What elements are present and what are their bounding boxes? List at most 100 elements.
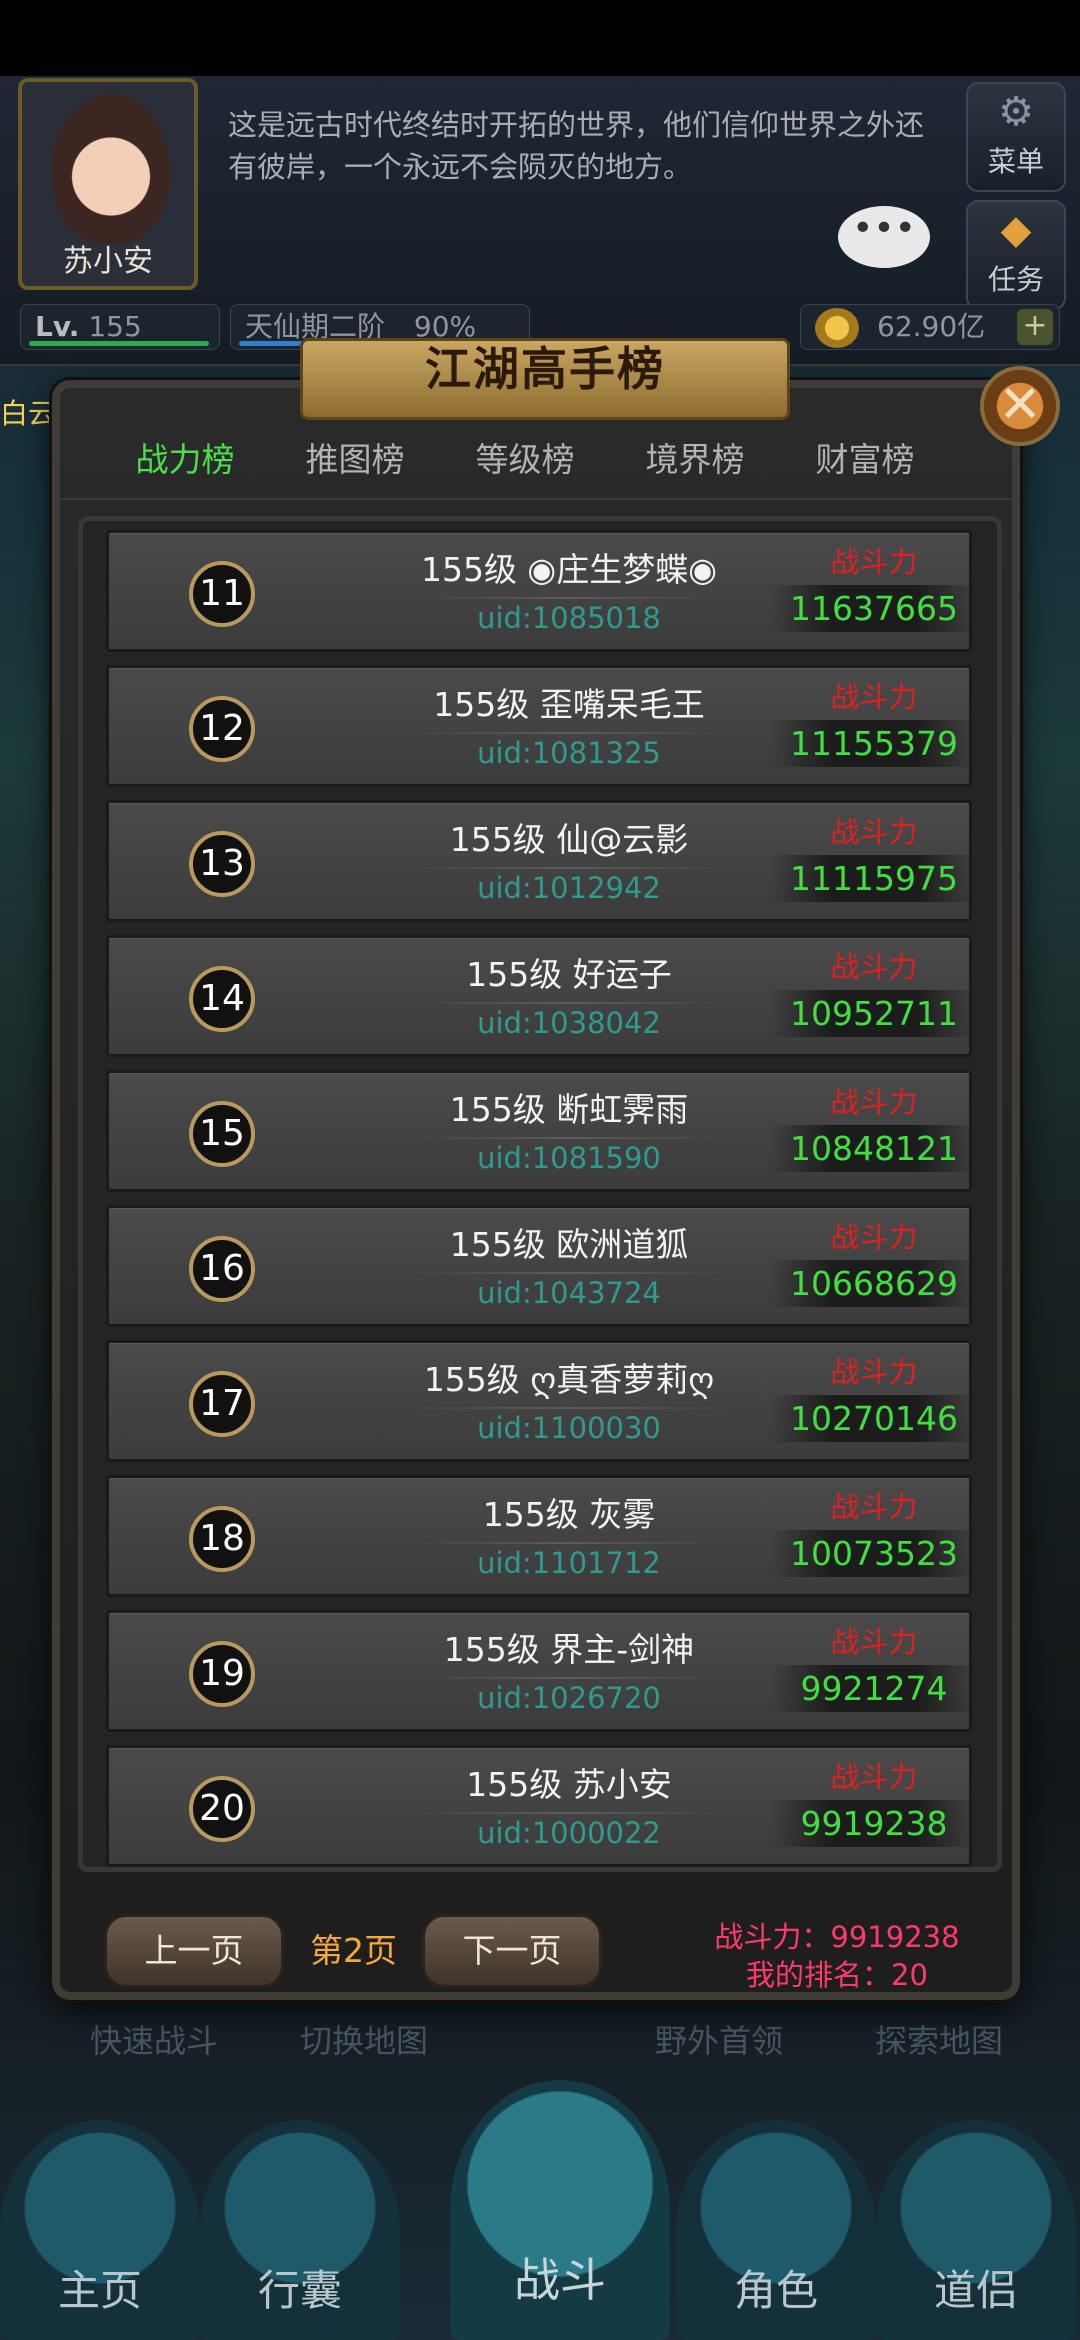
- page-number: 第2页: [310, 1931, 397, 1970]
- bottom-nav: 主页 行囊 战斗 角色 道侣: [0, 2050, 1080, 2340]
- gold-coin-icon: [815, 308, 859, 348]
- power-label: 战斗力: [830, 815, 918, 849]
- rank-badge: 19: [189, 1641, 255, 1707]
- tab-stage[interactable]: 推图榜: [270, 430, 440, 490]
- dialog-banner: 江湖高手榜: [300, 320, 790, 430]
- power-label: 战斗力: [830, 545, 918, 579]
- player-name: 155级 歪嘴呆毛王: [369, 678, 769, 734]
- ranking-row[interactable]: 11 155级 ◉庄生梦蝶◉ uid:1085018 战斗力 11637665: [106, 530, 979, 652]
- power-value: 10270146: [769, 1395, 979, 1442]
- nav-bag-label: 行囊: [257, 2266, 342, 2315]
- level-value: 155: [88, 310, 142, 343]
- ranking-row[interactable]: 16 155级 欧洲道狐 uid:1043724 战斗力 10668629: [106, 1205, 979, 1327]
- power-label: 战斗力: [830, 1625, 918, 1659]
- player-uid: uid:1043724: [477, 1276, 661, 1310]
- tab-realm[interactable]: 境界榜: [610, 430, 780, 490]
- ranking-row[interactable]: 15 155级 断虹霁雨 uid:1081590 战斗力 10848121: [106, 1070, 979, 1192]
- power-label: 战斗力: [830, 1085, 918, 1119]
- rank-badge: 17: [189, 1371, 255, 1437]
- nav-battle[interactable]: 战斗: [450, 2080, 670, 2340]
- nav-home[interactable]: 主页: [0, 2120, 200, 2340]
- nav-home-label: 主页: [57, 2266, 142, 2315]
- player-uid: uid:1000022: [477, 1816, 661, 1850]
- nav-companion-label: 道侣: [933, 2266, 1018, 2315]
- ranking-row[interactable]: 13 155级 仙@云影 uid:1012942 战斗力 11115975: [106, 800, 979, 922]
- power-value: 11115975: [769, 855, 979, 902]
- prev-page-button[interactable]: 上一页: [104, 1914, 284, 1988]
- gear-icon: ⚙: [998, 89, 1034, 135]
- power-value: 11155379: [769, 720, 979, 767]
- tab-wealth[interactable]: 财富榜: [780, 430, 950, 490]
- power-value: 9921274: [769, 1665, 979, 1712]
- nav-battle-label: 战斗: [514, 2253, 606, 2307]
- player-uid: uid:1081325: [477, 736, 661, 770]
- player-uid: uid:1101712: [477, 1546, 661, 1580]
- ranking-row[interactable]: 18 155级 灰雾 uid:1101712 战斗力 10073523: [106, 1475, 979, 1597]
- menu-label: 菜单: [987, 145, 1044, 178]
- gold-stat: 62.90亿 +: [800, 304, 1060, 350]
- rank-badge: 20: [189, 1776, 255, 1842]
- story-message: 这是远古时代终结时开拓的世界，他们信仰世界之外还有彼岸，一个永远不会陨灭的地方。: [228, 108, 925, 184]
- rank-badge: 16: [189, 1236, 255, 1302]
- power-value: 9919238: [769, 1800, 979, 1847]
- rank-badge: 15: [189, 1101, 255, 1167]
- power-label: 战斗力: [830, 950, 918, 984]
- rank-badge: 12: [189, 696, 255, 762]
- gold-value: 62.90亿: [877, 310, 986, 343]
- level-stat: Lv. 155: [20, 304, 220, 350]
- leaderboard-tabs: 战力榜 推图榜 等级榜 境界榜 财富榜: [100, 430, 980, 490]
- task-button[interactable]: ◆ 任务: [966, 200, 1066, 310]
- close-button[interactable]: ✕: [980, 366, 1060, 446]
- ranking-row[interactable]: 19 155级 界主-剑神 uid:1026720 战斗力 9921274: [106, 1610, 979, 1732]
- power-value: 10668629: [769, 1260, 979, 1307]
- add-gold-button[interactable]: +: [1017, 309, 1053, 345]
- nav-character-label: 角色: [733, 2266, 818, 2315]
- ranking-row[interactable]: 17 155级 ღ真香萝莉ღ uid:1100030 战斗力 10270146: [106, 1340, 979, 1462]
- dialog-footer: 上一页 第2页 下一页 战斗力：9919238 我的排名：20: [52, 1900, 1020, 2000]
- status-bar: [0, 0, 1080, 76]
- power-label: 战斗力: [830, 680, 918, 714]
- power-label: 战斗力: [830, 1220, 918, 1254]
- avatar-portrait: [52, 94, 170, 244]
- player-uid: uid:1038042: [477, 1006, 661, 1040]
- player-uid: uid:1085018: [477, 601, 661, 635]
- player-name: 155级 好运子: [369, 948, 769, 1004]
- power-value: 10073523: [769, 1530, 979, 1577]
- nav-character[interactable]: 角色: [676, 2120, 876, 2340]
- player-uid: uid:1081590: [477, 1141, 661, 1175]
- rank-badge: 18: [189, 1506, 255, 1572]
- power-value: 10848121: [769, 1125, 979, 1172]
- power-value: 10952711: [769, 990, 979, 1037]
- task-diamond-icon: ◆: [1000, 207, 1032, 253]
- ranking-row[interactable]: 12 155级 歪嘴呆毛王 uid:1081325 战斗力 11155379: [106, 665, 979, 787]
- tab-power[interactable]: 战力榜: [100, 430, 270, 490]
- player-name: 155级 仙@云影: [369, 813, 769, 869]
- ranking-row[interactable]: 14 155级 好运子 uid:1038042 战斗力 10952711: [106, 935, 979, 1057]
- chat-bubble-icon[interactable]: •••: [838, 206, 930, 268]
- menu-button[interactable]: ⚙ 菜单: [966, 82, 1066, 192]
- player-name: 155级 欧洲道狐: [369, 1218, 769, 1274]
- ranking-row[interactable]: 20 155级 苏小安 uid:1000022 战斗力 9919238: [106, 1745, 979, 1867]
- level-prefix: Lv.: [35, 310, 80, 343]
- player-name: 155级 ღ真香萝莉ღ: [369, 1353, 769, 1409]
- nav-companion[interactable]: 道侣: [876, 2120, 1076, 2340]
- rank-badge: 14: [189, 966, 255, 1032]
- power-label: 战斗力: [830, 1355, 918, 1389]
- rank-badge: 11: [189, 561, 255, 627]
- next-page-button[interactable]: 下一页: [422, 1914, 602, 1988]
- power-label: 战斗力: [830, 1760, 918, 1794]
- player-uid: uid:1012942: [477, 871, 661, 905]
- player-name: 155级 ◉庄生梦蝶◉: [369, 543, 769, 599]
- avatar-name: 苏小安: [63, 244, 153, 279]
- player-name: 155级 苏小安: [369, 1758, 769, 1814]
- player-name: 155级 断虹霁雨: [369, 1083, 769, 1139]
- player-uid: uid:1100030: [477, 1411, 661, 1445]
- dialog-title: 江湖高手榜: [425, 342, 665, 396]
- player-name: 155级 灰雾: [369, 1488, 769, 1544]
- avatar[interactable]: 苏小安: [18, 78, 198, 290]
- player-uid: uid:1026720: [477, 1681, 661, 1715]
- nav-bag[interactable]: 行囊: [200, 2120, 400, 2340]
- tab-level[interactable]: 等级榜: [440, 430, 610, 490]
- level-bar: [29, 341, 209, 346]
- power-value: 11637665: [769, 585, 979, 632]
